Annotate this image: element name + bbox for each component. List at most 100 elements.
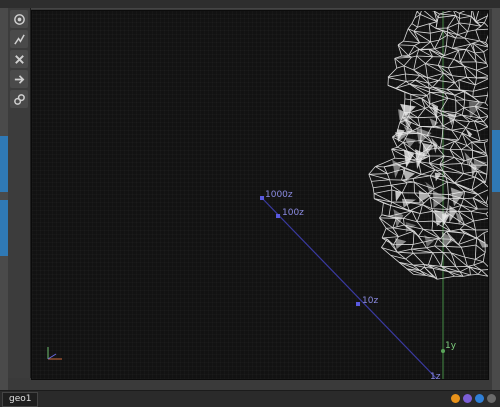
mesh-edge [417, 11, 420, 14]
mesh-edge [471, 211, 486, 214]
mesh-edge [475, 78, 476, 85]
mesh-edge [468, 24, 470, 31]
mesh-edge [398, 45, 414, 46]
mesh-edge [429, 24, 436, 29]
mesh-edge [412, 18, 415, 24]
mesh-edge [465, 257, 476, 259]
mesh-edge [470, 16, 471, 24]
mesh-edge [465, 221, 474, 225]
blue-indicator[interactable] [475, 394, 484, 403]
mesh-edge [405, 74, 419, 75]
right-pane-edge[interactable] [492, 8, 500, 390]
purple-indicator[interactable] [463, 394, 472, 403]
mesh-edge [418, 229, 423, 236]
mesh-edge [411, 98, 422, 100]
link-icon[interactable] [10, 90, 28, 108]
orange-indicator[interactable] [451, 394, 460, 403]
mesh-edge [485, 95, 487, 103]
3d-viewport[interactable]: 1y 1000z 100z 10z 1z [31, 10, 489, 380]
mesh-edge [398, 41, 403, 45]
mesh-edge [461, 247, 465, 257]
mesh-edge [461, 164, 463, 174]
mesh-edge [439, 14, 455, 15]
viewport-toolbar [8, 8, 31, 378]
mesh-edge [463, 275, 470, 276]
mesh-edge [487, 11, 488, 16]
mesh-edge [422, 96, 428, 99]
mesh-edge [478, 127, 488, 132]
mesh-edge [414, 43, 419, 46]
wireframe-mesh [369, 11, 488, 279]
arrow-icon[interactable] [10, 70, 28, 88]
close-icon[interactable] [10, 50, 28, 68]
mesh-edge [393, 228, 399, 237]
mesh-edge [427, 78, 438, 81]
mesh-edge [379, 218, 386, 228]
view-icon[interactable] [10, 10, 28, 28]
gray-indicator[interactable] [487, 394, 496, 403]
mesh-edge [473, 194, 478, 198]
mesh-edge [413, 253, 433, 254]
mesh-edge [404, 41, 420, 43]
mesh-edge [461, 146, 467, 150]
mesh-facet [435, 173, 442, 182]
mesh-edge [437, 115, 442, 117]
mesh-edge [474, 221, 476, 230]
mesh-edge [486, 63, 488, 66]
app-frame: 1y 1000z 100z 10z 1z geo1 [0, 0, 500, 406]
mesh-edge [487, 165, 488, 174]
mesh-edge [373, 188, 374, 194]
mesh-edge [413, 242, 423, 244]
mesh-edge [414, 56, 417, 70]
mesh-edge [456, 113, 462, 115]
left-pane-edge[interactable] [0, 8, 8, 390]
mesh-edge [432, 209, 448, 210]
draw-icon[interactable] [10, 30, 28, 48]
mesh-edge [486, 29, 488, 43]
mesh-edge [423, 242, 427, 248]
mesh-edge [386, 228, 398, 236]
mesh-edge [414, 64, 426, 71]
mesh-edge [391, 183, 407, 185]
mesh-edge [420, 211, 433, 213]
mesh-edge [475, 259, 483, 261]
mesh-edge [374, 194, 392, 203]
mesh-edge [476, 30, 480, 41]
mesh-facet [424, 235, 434, 247]
mesh-edge [447, 28, 458, 35]
node-name-label[interactable]: geo1 [2, 392, 38, 407]
mesh-facet [395, 190, 402, 201]
mesh-edge [438, 148, 450, 149]
mesh-edge [468, 30, 476, 32]
mesh-edge [460, 16, 472, 18]
mesh-edge [476, 62, 477, 70]
mesh-edge [427, 92, 430, 95]
mesh-edge [382, 237, 398, 238]
mesh-edge [430, 31, 443, 34]
mesh-edge [455, 91, 465, 95]
mesh-edge [475, 78, 488, 85]
mesh-edge [420, 11, 422, 14]
z-marker-1000 [260, 196, 264, 200]
mesh-edge [460, 225, 465, 230]
mesh-edge [481, 269, 488, 270]
mesh-edge [459, 133, 462, 140]
mesh-edge [393, 225, 404, 228]
mesh-edge [463, 171, 477, 173]
mesh-edge [420, 42, 431, 43]
mesh-facet [447, 113, 456, 125]
right-edge-highlight [492, 130, 500, 192]
mesh-edge [471, 209, 477, 211]
mesh-edge [485, 253, 486, 254]
mesh-edge [430, 197, 432, 208]
mesh-edge [408, 24, 412, 29]
mesh-edge [411, 244, 413, 249]
mesh-edge [480, 139, 488, 141]
mesh-edge [417, 56, 426, 64]
status-bar: geo1 [0, 390, 500, 407]
mesh-edge [467, 142, 472, 146]
mesh-edge [474, 218, 488, 221]
mesh-edge [371, 180, 389, 182]
mesh-edge [484, 233, 485, 243]
mesh-edge [432, 230, 450, 231]
